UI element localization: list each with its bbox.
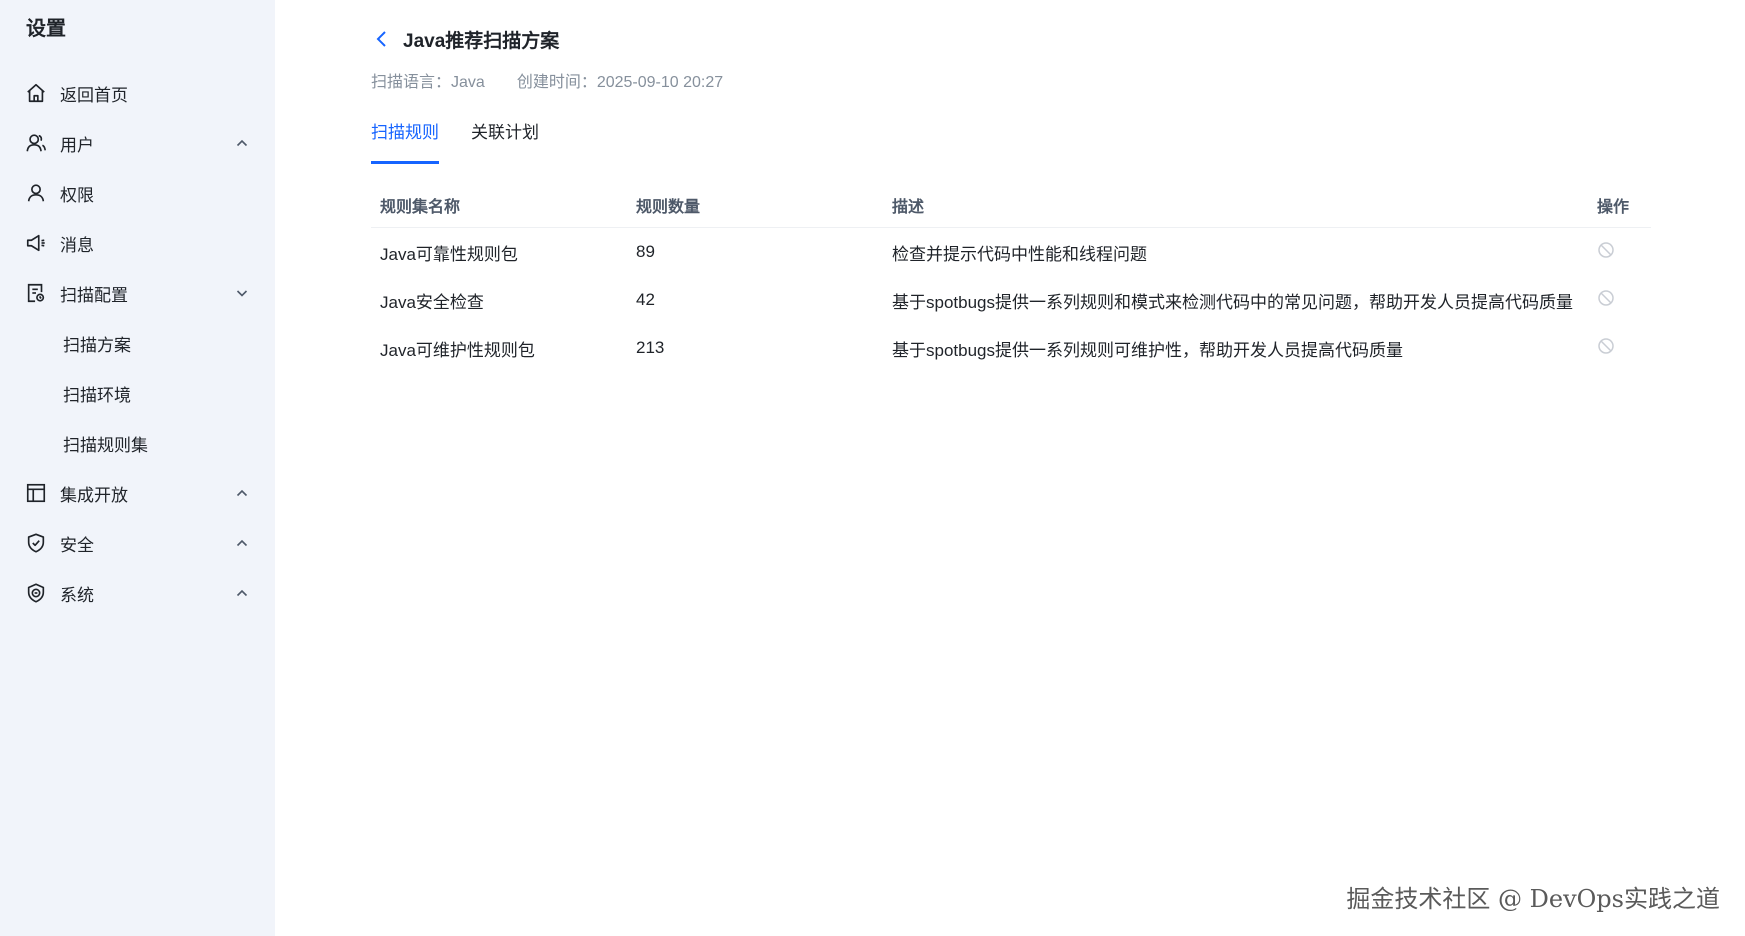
table-row: Java安全检查 42 基于spotbugs提供一系列规则和模式来检测代码中的常… [371, 276, 1651, 324]
tab-scan-rules[interactable]: 扫描规则 [371, 118, 439, 164]
sidebar-item-label: 集成开放 [60, 485, 128, 505]
plan-meta: 扫描语言：Java 创建时间：2025-09-10 20:27 [371, 68, 1745, 91]
sidebar-item-label: 权限 [60, 185, 94, 205]
chevron-up-icon [235, 486, 249, 500]
sidebar: 设置 返回首页 用户 权限 消息 扫描配置 扫描方案 扫描环境 扫描规则集 集成… [0, 0, 275, 936]
table-header: 规则集名称 规则数量 描述 操作 [371, 182, 1651, 228]
sidebar-item-users[interactable]: 用户 [0, 118, 275, 168]
users-icon [24, 131, 48, 155]
ruleset-desc: 检查并提示代码中性能和线程问题 [892, 244, 1147, 264]
table-row: Java可维护性规则包 213 基于spotbugs提供一系列规则可维护性，帮助… [371, 324, 1651, 372]
column-header-desc: 描述 [892, 198, 925, 216]
page-header: Java推荐扫描方案 [371, 26, 1745, 52]
disable-icon[interactable] [1597, 241, 1615, 259]
sidebar-subitem-scan-env[interactable]: 扫描环境 [0, 368, 275, 418]
row-actions [1588, 241, 1651, 264]
shield-badge-icon [24, 581, 48, 605]
shield-check-icon [24, 531, 48, 555]
ruleset-name: Java可维护性规则包 [380, 340, 535, 360]
chevron-up-icon [235, 136, 249, 150]
tab-related-plans[interactable]: 关联计划 [471, 118, 539, 164]
created-time: 创建时间：2025-09-10 20:27 [516, 74, 724, 91]
main-content: Java推荐扫描方案 扫描语言：Java 创建时间：2025-09-10 20:… [275, 0, 1745, 936]
sidebar-subitem-scan-ruleset[interactable]: 扫描规则集 [0, 418, 275, 468]
sidebar-subitem-scan-plan[interactable]: 扫描方案 [0, 318, 275, 368]
document-icon [24, 281, 48, 305]
home-icon [24, 81, 48, 105]
chevron-up-icon [235, 586, 249, 600]
tab-bar: 扫描规则 关联计划 [371, 118, 1745, 164]
page-title: Java推荐扫描方案 [403, 30, 560, 52]
sidebar-item-label: 安全 [60, 535, 94, 555]
column-header-count: 规则数量 [636, 198, 701, 216]
sidebar-item-label: 返回首页 [60, 85, 128, 105]
rules-table: 规则集名称 规则数量 描述 操作 Java可靠性规则包 89 检查并提示代码中性… [371, 182, 1651, 372]
user-icon [24, 181, 48, 205]
table-row: Java可靠性规则包 89 检查并提示代码中性能和线程问题 [371, 228, 1651, 276]
app-root: 设置 返回首页 用户 权限 消息 扫描配置 扫描方案 扫描环境 扫描规则集 集成… [0, 0, 1745, 936]
chevron-down-icon [235, 286, 249, 300]
sidebar-item-integration[interactable]: 集成开放 [0, 468, 275, 518]
row-actions [1588, 289, 1651, 312]
sidebar-item-label: 用户 [60, 135, 94, 155]
sidebar-item-home[interactable]: 返回首页 [0, 68, 275, 118]
sidebar-item-label: 消息 [60, 235, 94, 255]
sidebar-item-scan-config[interactable]: 扫描配置 [0, 268, 275, 318]
column-header-actions: 操作 [1597, 198, 1630, 216]
ruleset-name: Java可靠性规则包 [380, 244, 518, 264]
watermark: 掘金技术社区 @ DevOps实践之道 [1346, 885, 1720, 913]
rule-count: 213 [636, 338, 665, 357]
chevron-left-icon[interactable] [371, 28, 393, 50]
scan-language: 扫描语言：Java [371, 74, 485, 91]
column-header-name: 规则集名称 [380, 198, 461, 216]
chevron-up-icon [235, 536, 249, 550]
sidebar-item-label: 扫描配置 [60, 285, 128, 305]
sidebar-item-label: 系统 [60, 585, 94, 605]
rule-count: 89 [636, 242, 655, 261]
ruleset-desc: 基于spotbugs提供一系列规则和模式来检测代码中的常见问题，帮助开发人员提高… [892, 292, 1573, 312]
sidebar-item-system[interactable]: 系统 [0, 568, 275, 618]
sidebar-item-security[interactable]: 安全 [0, 518, 275, 568]
row-actions [1588, 337, 1651, 360]
ruleset-desc: 基于spotbugs提供一系列规则可维护性，帮助开发人员提高代码质量 [892, 340, 1403, 360]
layout-icon [24, 481, 48, 505]
sidebar-title: 设置 [26, 18, 66, 40]
ruleset-name: Java安全检查 [380, 292, 484, 312]
rule-count: 42 [636, 290, 655, 309]
disable-icon[interactable] [1597, 289, 1615, 307]
disable-icon[interactable] [1597, 337, 1615, 355]
megaphone-icon [24, 231, 48, 255]
sidebar-item-permissions[interactable]: 权限 [0, 168, 275, 218]
sidebar-item-messages[interactable]: 消息 [0, 218, 275, 268]
